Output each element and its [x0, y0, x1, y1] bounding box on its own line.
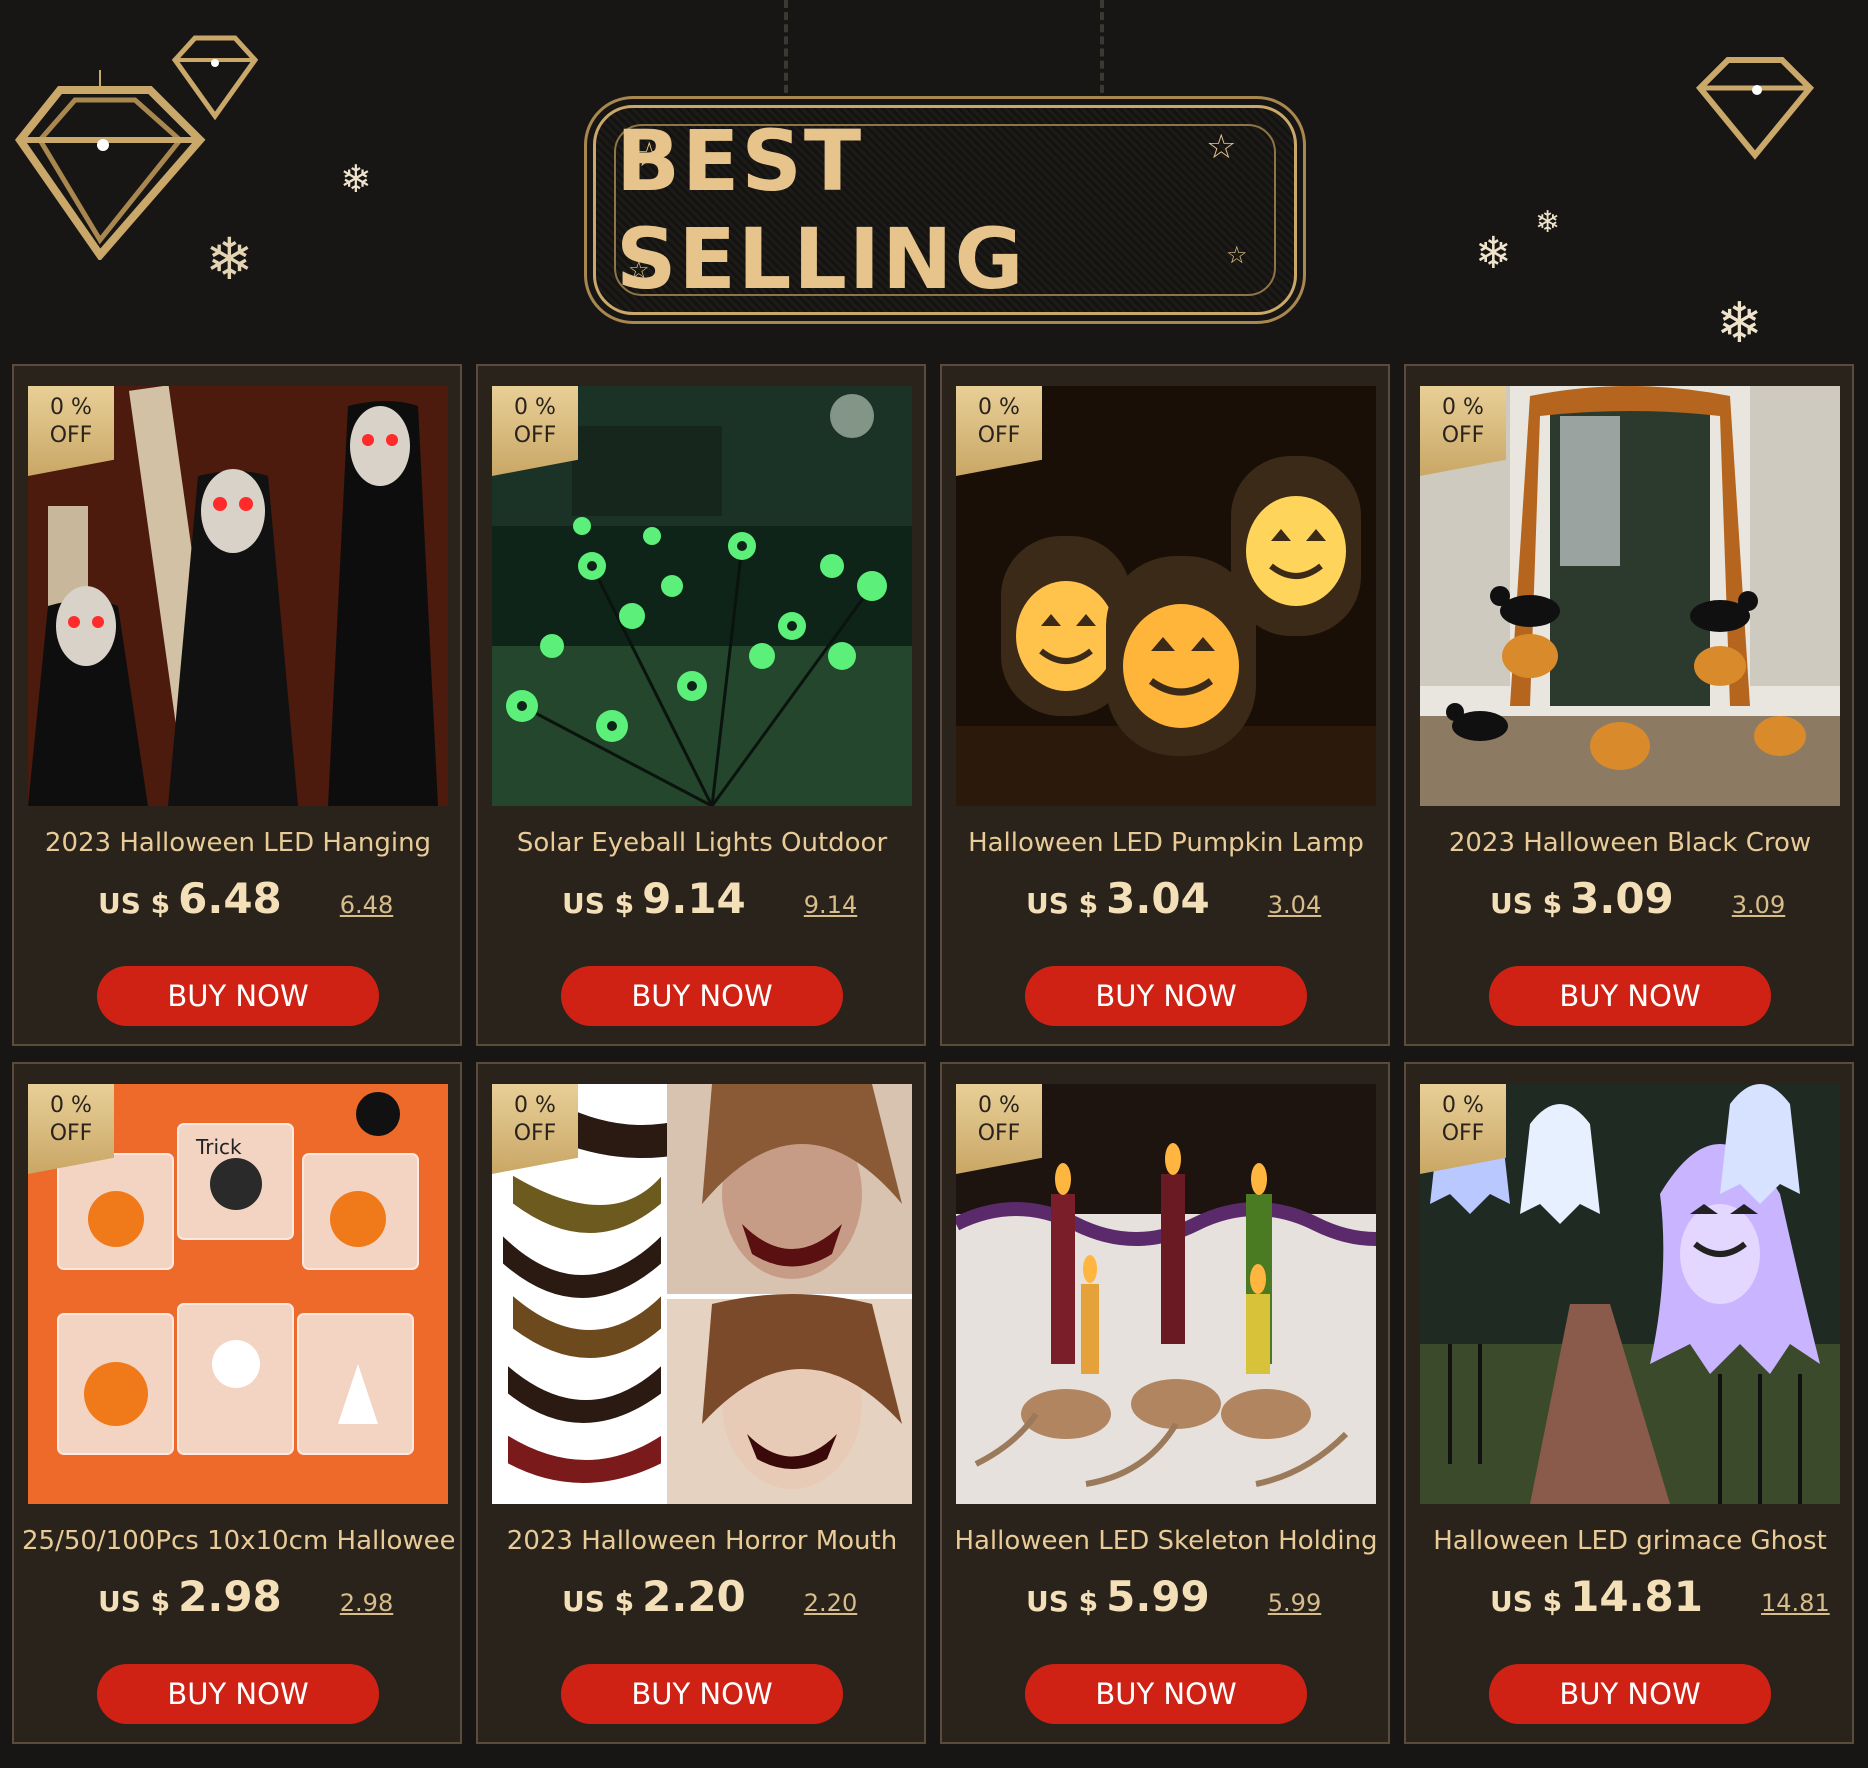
original-price: 3.04 — [1267, 891, 1322, 919]
header-banner-area: ❄ ❄ ❄ ❄ ❄ BEST SELLING ☆ ☆ ☆ ☆ — [0, 0, 1868, 365]
star-icon: ☆ — [634, 135, 665, 175]
page-title: BEST SELLING — [616, 112, 1026, 308]
product-title[interactable]: Solar Eyeball Lights Outdoor — [486, 828, 918, 860]
currency-label: US $ — [562, 1585, 635, 1618]
product-card: Trick 0 % OFF 25/50/100Pcs 10x10cm Hallo… — [12, 1062, 462, 1744]
price-row: US $ 9.14 9.14 — [562, 874, 857, 934]
buy-now-button[interactable]: BUY NOW — [97, 966, 379, 1026]
sale-price: 6.48 — [178, 874, 282, 923]
original-price: 9.14 — [803, 891, 858, 919]
buy-now-button[interactable]: BUY NOW — [561, 1664, 843, 1724]
product-title[interactable]: Halloween LED Skeleton Holding — [950, 1526, 1382, 1558]
product-card: 0 % OFF Halloween LED Pumpkin Lamp US $ … — [940, 364, 1390, 1046]
price-row: US $ 6.48 6.48 — [98, 874, 393, 934]
product-grid: 0 % OFF 2023 Halloween LED Hanging US $ … — [12, 364, 1856, 1744]
buy-now-button[interactable]: BUY NOW — [1025, 1664, 1307, 1724]
snowflake-icon: ❄ — [1535, 205, 1561, 240]
currency-label: US $ — [1490, 1585, 1563, 1618]
price-row: US $ 3.09 3.09 — [1490, 874, 1785, 934]
hanging-chain — [1100, 0, 1120, 105]
star-icon: ☆ — [1206, 127, 1237, 167]
product-title[interactable]: 2023 Halloween LED Hanging — [22, 828, 454, 860]
price-row: US $ 2.98 2.98 — [98, 1572, 393, 1632]
currency-label: US $ — [1490, 887, 1563, 920]
snowflake-icon: ❄ — [340, 157, 372, 201]
product-card: 0 % OFF 2023 Halloween Horror Mouth US $… — [476, 1062, 926, 1744]
buy-now-button[interactable]: BUY NOW — [97, 1664, 379, 1724]
star-icon: ☆ — [1226, 241, 1248, 269]
product-title[interactable]: Halloween LED Pumpkin Lamp — [950, 828, 1382, 860]
snowflake-icon: ❄ — [1716, 291, 1763, 356]
original-price: 5.99 — [1267, 1589, 1322, 1617]
svg-text:Trick: Trick — [195, 1135, 242, 1159]
gold-diamond-ornament-icon — [1695, 57, 1815, 160]
sale-price: 2.98 — [178, 1572, 282, 1621]
sale-price: 14.81 — [1570, 1572, 1703, 1621]
buy-now-button[interactable]: BUY NOW — [561, 966, 843, 1026]
original-price: 2.98 — [339, 1589, 394, 1617]
price-row: US $ 5.99 5.99 — [1026, 1572, 1321, 1632]
original-price: 2.20 — [803, 1589, 858, 1617]
buy-now-button[interactable]: BUY NOW — [1489, 1664, 1771, 1724]
snowflake-icon: ❄ — [1475, 228, 1512, 279]
currency-label: US $ — [1026, 1585, 1099, 1618]
price-row: US $ 14.81 14.81 — [1490, 1572, 1830, 1632]
original-price: 6.48 — [339, 891, 394, 919]
product-card: 0 % OFF 2023 Halloween LED Hanging US $ … — [12, 364, 462, 1046]
sale-price: 3.09 — [1570, 874, 1674, 923]
product-title[interactable]: Halloween LED grimace Ghost — [1414, 1526, 1846, 1558]
product-card: 0 % OFF 2023 Halloween Black Crow US $ 3… — [1404, 364, 1854, 1046]
best-selling-banner: BEST SELLING ☆ ☆ ☆ ☆ — [593, 105, 1297, 315]
star-icon: ☆ — [628, 256, 650, 284]
price-row: US $ 2.20 2.20 — [562, 1572, 857, 1632]
price-row: US $ 3.04 3.04 — [1026, 874, 1321, 934]
product-card: 0 % OFF Halloween LED Skeleton Holding U… — [940, 1062, 1390, 1744]
gold-diamond-ornament-icon — [171, 35, 259, 120]
product-title[interactable]: 2023 Halloween Horror Mouth — [486, 1526, 918, 1558]
currency-label: US $ — [562, 887, 635, 920]
sale-price: 3.04 — [1106, 874, 1210, 923]
currency-label: US $ — [98, 887, 171, 920]
original-price: 3.09 — [1731, 891, 1786, 919]
original-price: 14.81 — [1761, 1589, 1830, 1617]
product-card: 0 % OFF Halloween LED grimace Ghost US $… — [1404, 1062, 1854, 1744]
product-card: 0 % OFF Solar Eyeball Lights Outdoor US … — [476, 364, 926, 1046]
currency-label: US $ — [98, 1585, 171, 1618]
product-title[interactable]: 25/50/100Pcs 10x10cm Halloween — [22, 1526, 454, 1558]
buy-now-button[interactable]: BUY NOW — [1025, 966, 1307, 1026]
sale-price: 2.20 — [642, 1572, 746, 1621]
sale-price: 5.99 — [1106, 1572, 1210, 1621]
hanging-chain — [784, 0, 804, 105]
buy-now-button[interactable]: BUY NOW — [1489, 966, 1771, 1026]
snowflake-icon: ❄ — [205, 225, 254, 293]
currency-label: US $ — [1026, 887, 1099, 920]
product-title[interactable]: 2023 Halloween Black Crow — [1414, 828, 1846, 860]
sale-price: 9.14 — [642, 874, 746, 923]
